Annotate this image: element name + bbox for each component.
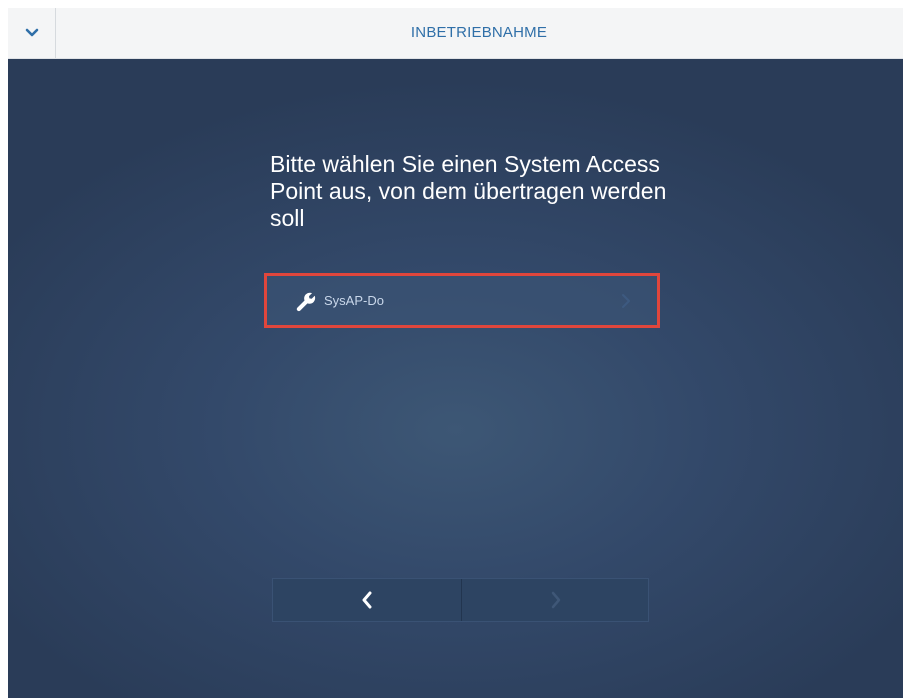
- device-label: SysAP-Do: [324, 293, 384, 308]
- chevron-down-icon: [25, 28, 38, 37]
- top-bar: INBETRIEBNAHME: [8, 8, 903, 59]
- collapse-button[interactable]: [8, 8, 56, 58]
- page-title: INBETRIEBNAHME: [410, 24, 548, 41]
- next-button[interactable]: [462, 579, 650, 621]
- chevron-right-icon: [551, 591, 561, 609]
- main-content: Bitte wählen Sie einen System Access Poi…: [8, 59, 903, 698]
- instruction-text: Bitte wählen Sie einen System Access Poi…: [270, 151, 667, 231]
- navigation-bar: [272, 578, 649, 622]
- wrench-icon: [296, 292, 316, 312]
- chevron-left-icon: [362, 591, 372, 609]
- back-button[interactable]: [273, 579, 462, 621]
- device-list-item-sysap[interactable]: SysAP-Do: [264, 273, 660, 328]
- app-frame: INBETRIEBNAHME Bitte wählen Sie einen Sy…: [8, 8, 903, 698]
- chevron-right-icon: [622, 294, 630, 308]
